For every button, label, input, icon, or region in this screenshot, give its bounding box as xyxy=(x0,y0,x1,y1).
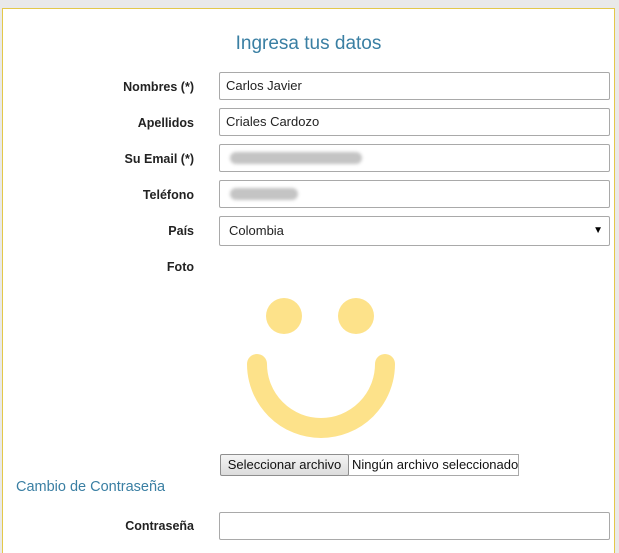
file-status-text: Ningún archivo seleccionado xyxy=(348,454,519,476)
pais-label: País xyxy=(168,224,194,238)
smiley-face-icon xyxy=(247,298,395,438)
foto-label: Foto xyxy=(166,260,194,274)
email-input[interactable] xyxy=(219,144,610,172)
pais-selected-value: Colombia xyxy=(229,223,284,238)
nombres-value: Carlos Javier xyxy=(226,78,302,93)
redacted-phone xyxy=(230,188,298,200)
telefono-label: Teléfono xyxy=(142,188,194,202)
apellidos-input[interactable]: Criales Cardozo xyxy=(219,108,610,136)
telefono-input[interactable] xyxy=(219,180,610,208)
pais-select[interactable]: Colombia ▼ xyxy=(219,216,610,246)
nombres-label: Nombres (*) xyxy=(123,80,194,94)
password-input[interactable] xyxy=(219,512,610,540)
nombres-input[interactable]: Carlos Javier xyxy=(219,72,610,100)
form-title: Ingresa tus datos xyxy=(235,33,382,54)
choose-file-button[interactable]: Seleccionar archivo xyxy=(220,454,349,476)
profile-form-panel: Ingresa tus datos Nombres (*) Carlos Jav… xyxy=(2,8,615,553)
redacted-email xyxy=(230,152,362,164)
apellidos-value: Criales Cardozo xyxy=(226,114,320,129)
change-password-link[interactable]: Cambio de Contraseña xyxy=(16,479,165,495)
password-label: Contraseña xyxy=(125,519,194,533)
apellidos-label: Apellidos xyxy=(137,116,194,130)
email-label: Su Email (*) xyxy=(124,152,194,166)
triangle-down-icon: ▼ xyxy=(593,225,603,236)
